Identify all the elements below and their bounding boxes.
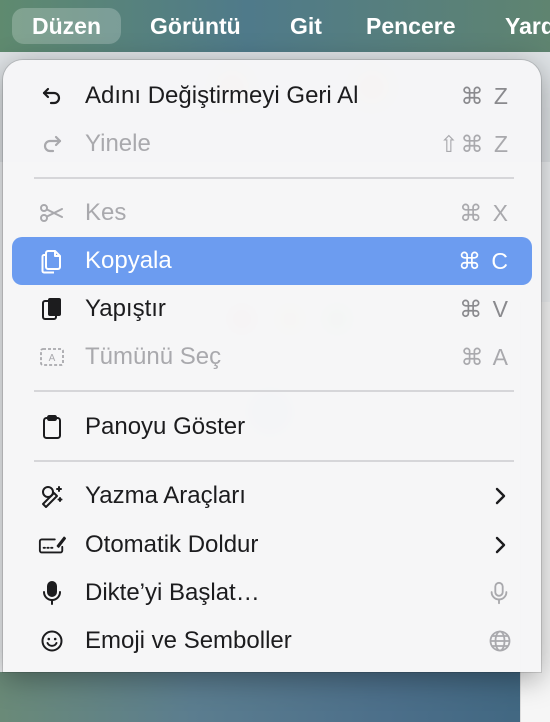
redo-icon (38, 130, 66, 158)
menu-item-label: Otomatik Doldur (85, 531, 259, 558)
menu-item-shortcut: ⌘ V (459, 296, 510, 322)
scissors-icon (38, 199, 66, 227)
menu-item-label: Kopyala (85, 247, 172, 274)
paste-icon (38, 295, 66, 323)
menu-item-label: Adını Değiştirmeyi Geri Al (85, 82, 359, 109)
globe-icon (488, 629, 512, 653)
menu-item-select-all[interactable]: A Tümünü Seç ⌘ A (12, 333, 532, 381)
microphone-icon (38, 579, 66, 607)
menu-item-shortcut: ⌘ A (460, 344, 510, 370)
menu-item-label: Tümünü Seç (85, 343, 222, 370)
menu-separator (34, 177, 514, 179)
microphone-icon (488, 581, 512, 605)
select-all-icon: A (38, 343, 66, 371)
menubar-item-help[interactable]: Yard (485, 8, 550, 44)
chevron-right-icon (488, 533, 512, 557)
menu-bar: Düzen Görüntü Git Pencere Yard (0, 0, 550, 52)
menu-item-autofill[interactable]: Otomatik Doldur (12, 521, 532, 569)
menu-item-label: Yapıştır (85, 295, 166, 322)
menu-item-writing-tools[interactable]: Yazma Araçları (12, 472, 532, 520)
menu-item-label: Dikte’yi Başlat… (85, 579, 260, 606)
menu-item-shortcut: ⇧⌘ Z (439, 131, 510, 157)
menubar-item-view[interactable]: Görüntü (130, 8, 261, 44)
menu-item-label: Panoyu Göster (85, 413, 246, 440)
menu-item-label: Emoji ve Semboller (85, 627, 292, 654)
menu-item-emoji-symbols[interactable]: Emoji ve Semboller (12, 617, 532, 665)
copy-icon (38, 247, 66, 275)
chevron-right-icon (488, 484, 512, 508)
menu-item-shortcut: ⌘ Z (460, 83, 510, 109)
undo-icon (38, 82, 66, 110)
menu-item-shortcut: ⌘ X (459, 200, 510, 226)
menubar-item-edit[interactable]: Düzen (12, 8, 121, 44)
menu-item-redo[interactable]: Yinele ⇧⌘ Z (12, 120, 532, 168)
menubar-item-go[interactable]: Git (270, 8, 342, 44)
menubar-item-window[interactable]: Pencere (346, 8, 476, 44)
menu-separator (34, 390, 514, 392)
smiley-icon (38, 627, 66, 655)
menu-item-label: Kes (85, 199, 127, 226)
menu-item-label: Yazma Araçları (85, 482, 246, 509)
menu-item-show-clipboard[interactable]: Panoyu Göster (12, 403, 532, 451)
menu-item-copy[interactable]: Kopyala ⌘ C (12, 237, 532, 285)
menu-item-shortcut: ⌘ C (458, 248, 510, 274)
menu-item-undo[interactable]: Adını Değiştirmeyi Geri Al ⌘ Z (12, 72, 532, 120)
autofill-icon (38, 531, 66, 559)
menu-item-label: Yinele (85, 130, 151, 157)
clipboard-icon (38, 413, 66, 441)
menu-item-cut[interactable]: Kes ⌘ X (12, 189, 532, 237)
menu-item-paste[interactable]: Yapıştır ⌘ V (12, 285, 532, 333)
edit-menu: Adını Değiştirmeyi Geri Al ⌘ Z Yinele ⇧⌘… (3, 60, 541, 672)
menu-separator (34, 460, 514, 462)
svg-text:A: A (49, 353, 56, 364)
menu-item-start-dictation[interactable]: Dikte’yi Başlat… (12, 569, 532, 617)
writing-tools-icon (38, 482, 66, 510)
